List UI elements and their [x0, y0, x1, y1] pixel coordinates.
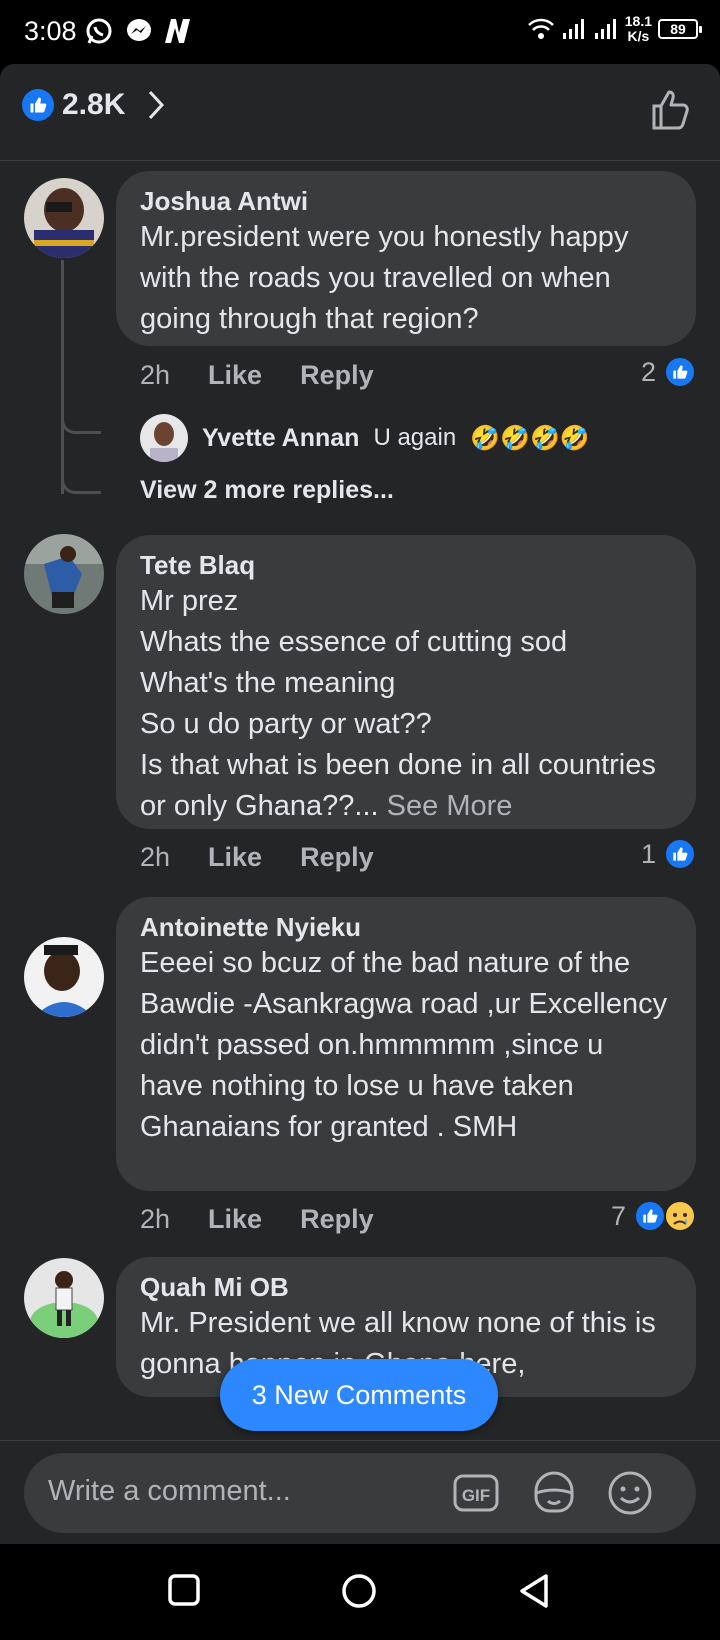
reply-comment-button[interactable]: Reply — [300, 842, 374, 873]
svg-text:GIF: GIF — [462, 1486, 490, 1505]
gif-icon[interactable]: GIF — [452, 1469, 500, 1517]
system-nav-bar — [0, 1544, 720, 1640]
signal-icon — [562, 19, 584, 39]
comment-input[interactable]: Write a comment... GIF — [24, 1453, 696, 1533]
signal-icon-2 — [594, 19, 616, 39]
home-button[interactable] — [340, 1572, 378, 1610]
back-button[interactable] — [516, 1572, 552, 1610]
comment-reactions[interactable]: 2 — [641, 356, 696, 388]
avatar-antoinette-nyieku[interactable] — [24, 937, 104, 1017]
comment-text: Mr.president were you honestly happy wit… — [140, 221, 629, 335]
avatar-yvette-annan[interactable] — [140, 414, 188, 462]
comment-bubble: Tete Blaq Mr prez Whats the essence of c… — [116, 535, 696, 829]
like-reaction-icon — [664, 838, 696, 870]
reply-preview[interactable]: Yvette Annan U again 🤣🤣🤣🤣 — [140, 414, 590, 462]
sad-reaction-icon — [664, 1200, 696, 1232]
reply-comment-button[interactable]: Reply — [300, 360, 374, 391]
status-time: 3:08 — [24, 16, 77, 46]
comment-time: 2h — [140, 360, 171, 390]
comment-time: 2h — [140, 1204, 171, 1234]
sticker-icon[interactable] — [530, 1469, 578, 1517]
comment-text: Eeeei so bcuz of the bad nature of the B… — [140, 947, 668, 1143]
comment-author[interactable]: Tete Blaq — [140, 549, 672, 581]
comment-text: Mr prez Whats the essence of cutting sod… — [140, 585, 656, 822]
comment-actions: 2h Like Reply — [140, 1204, 374, 1235]
battery-indicator: 89 — [658, 19, 702, 39]
comment-reactions[interactable]: 7 — [611, 1200, 696, 1232]
whatsapp-icon — [86, 18, 112, 44]
reply-connector — [61, 394, 101, 434]
messenger-icon — [127, 19, 151, 41]
comment-bubble: Antoinette Nyieku Eeeei so bcuz of the b… — [116, 897, 696, 1191]
like-comment-button[interactable]: Like — [208, 1204, 262, 1235]
comment-actions: 2h Like Reply — [140, 360, 374, 391]
view-more-replies-link[interactable]: View 2 more replies... — [140, 476, 394, 505]
emoji-icon[interactable] — [606, 1469, 654, 1517]
comment-composer-bar: Write a comment... GIF — [0, 1440, 720, 1544]
reaction-count: 7 — [610, 1200, 626, 1231]
status-bar: 3:08 18.1 K/s 89 — [0, 0, 720, 64]
avatar-tete-blaq[interactable] — [24, 534, 104, 614]
like-post-button[interactable] — [650, 88, 694, 132]
comments-sheet: 2.8K Joshua Antwi Mr.president were you … — [0, 64, 720, 1544]
network-speed: 18.1 K/s — [624, 13, 652, 44]
see-more-link[interactable]: See More — [379, 790, 513, 822]
chevron-right-icon — [149, 90, 165, 120]
n-app-icon — [165, 19, 190, 43]
recents-button[interactable] — [166, 1572, 202, 1608]
like-reaction-icon — [22, 89, 54, 121]
comment-reactions[interactable]: 1 — [641, 838, 696, 870]
comment-time: 2h — [140, 842, 171, 872]
like-reaction-icon — [664, 356, 696, 388]
new-comments-pill[interactable]: 3 New Comments — [220, 1359, 498, 1431]
likes-summary-button[interactable]: 2.8K — [22, 88, 165, 122]
reply-connector — [61, 448, 101, 494]
comment-author[interactable]: Joshua Antwi — [140, 185, 672, 217]
wifi-icon — [527, 18, 554, 39]
reactions-header: 2.8K — [0, 64, 720, 161]
comment-actions: 2h Like Reply — [140, 842, 374, 873]
reaction-count: 2 — [640, 356, 656, 387]
like-reaction-icon — [634, 1200, 666, 1232]
like-comment-button[interactable]: Like — [208, 360, 262, 391]
avatar-joshua-antwi[interactable] — [24, 178, 104, 258]
avatar-quah-mi-ob[interactable] — [24, 1258, 104, 1338]
comment-author[interactable]: Quah Mi OB — [140, 1271, 672, 1303]
reply-text: U again — [373, 424, 457, 451]
comment-input-placeholder: Write a comment... — [48, 1475, 291, 1507]
reply-author[interactable]: Yvette Annan — [202, 424, 359, 453]
like-comment-button[interactable]: Like — [208, 842, 262, 873]
reaction-count: 1 — [640, 838, 656, 869]
comment-author[interactable]: Antoinette Nyieku — [140, 911, 672, 943]
reply-comment-button[interactable]: Reply — [300, 1204, 374, 1235]
likes-count: 2.8K — [62, 88, 126, 121]
laughing-emoji: 🤣🤣🤣🤣 — [470, 424, 590, 452]
comment-bubble: Joshua Antwi Mr.president were you hones… — [116, 171, 696, 346]
